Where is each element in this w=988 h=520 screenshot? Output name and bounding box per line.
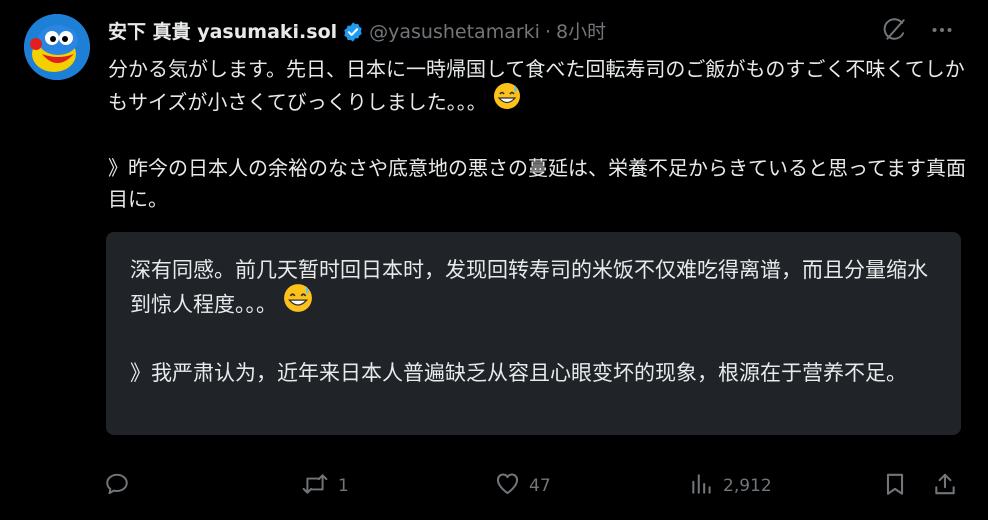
bookmark-icon xyxy=(882,471,908,502)
translation-paragraph-1-text: 深有同感。前几天暂时回日本时，发现回转寿司的米饭不仅难吃得离谱，而且分量缩水到惊… xyxy=(130,258,928,317)
retweet-count: 1 xyxy=(338,476,349,496)
grok-icon[interactable] xyxy=(882,17,908,43)
retweet-button[interactable]: 1 xyxy=(300,468,349,504)
share-icon xyxy=(932,471,958,502)
more-icon[interactable] xyxy=(930,18,954,42)
retweet-icon xyxy=(300,471,330,502)
views-button[interactable]: 2,912 xyxy=(689,468,772,504)
bookmark-button[interactable] xyxy=(882,468,908,504)
tweet-text: 分かる気がします。先日、日本に一時帰国して食べた回転寿司のご飯がものすごく不味く… xyxy=(108,54,968,215)
like-icon xyxy=(494,470,521,502)
tweet-header: 安下 真貴 yasumaki.sol @yasushetamarki · 8小时 xyxy=(108,15,968,49)
like-button[interactable]: 47 xyxy=(494,468,551,504)
share-button[interactable] xyxy=(932,468,958,504)
grinning-sweat-emoji xyxy=(283,283,313,322)
separator: · xyxy=(544,21,551,43)
avatar[interactable] xyxy=(24,14,90,80)
grinning-sweat-emoji xyxy=(493,82,521,119)
handle[interactable]: @yasushetamarki xyxy=(369,15,540,49)
translation-box: 深有同感。前几天暂时回日本时，发现回转寿司的米饭不仅难吃得离谱，而且分量缩水到惊… xyxy=(106,232,961,435)
views-icon xyxy=(689,471,715,502)
translation-paragraph-1: 深有同感。前几天暂时回日本时，发现回转寿司的米饭不仅难吃得离谱，而且分量缩水到惊… xyxy=(130,254,937,325)
translation-paragraph-2: 》我严肃认为，近年来日本人普遍缺乏从容且心眼变坏的现象，根源在于营养不足。 xyxy=(130,361,907,385)
tweet-paragraph-2: 》昨今の日本人の余裕のなさや底意地の悪さの蔓延は、栄養不足からきていると思ってま… xyxy=(108,156,966,211)
verified-badge-icon xyxy=(342,21,364,43)
reply-button[interactable] xyxy=(104,468,138,504)
display-name[interactable]: 安下 真貴 yasumaki.sol xyxy=(108,15,337,49)
reply-icon xyxy=(104,471,130,502)
like-count: 47 xyxy=(529,476,551,496)
tweet-paragraph-1: 分かる気がします。先日、日本に一時帰国して食べた回転寿司のご飯がものすごく不味く… xyxy=(108,54,968,122)
tweet-paragraph-1-text: 分かる気がします。先日、日本に一時帰国して食べた回転寿司のご飯がものすごく不味く… xyxy=(108,57,965,114)
action-bar: 1 47 2,912 xyxy=(104,468,964,504)
views-count: 2,912 xyxy=(723,476,772,496)
timestamp[interactable]: 8小时 xyxy=(556,15,606,49)
